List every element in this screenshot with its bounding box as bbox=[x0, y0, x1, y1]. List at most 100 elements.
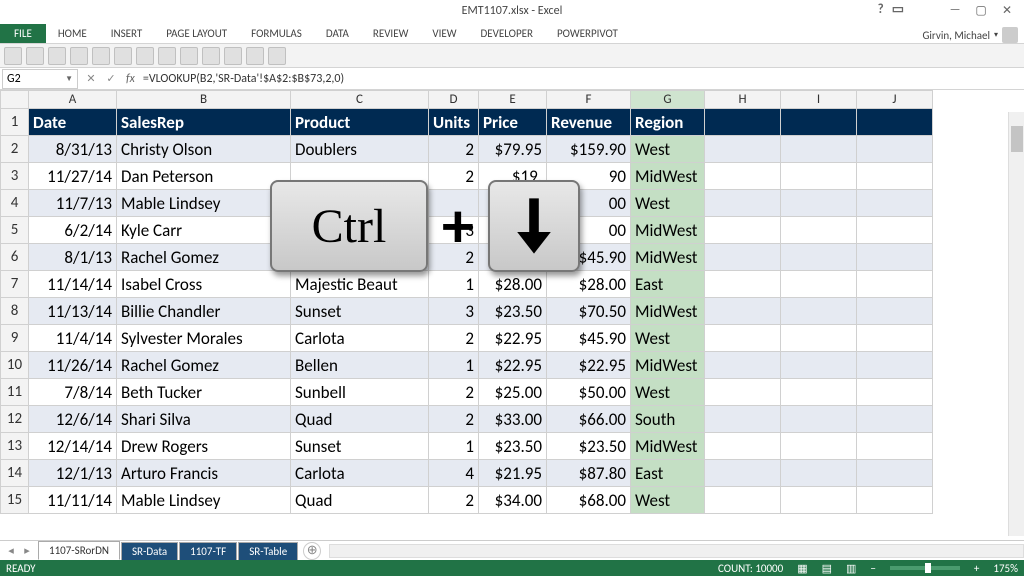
row-header[interactable]: 11 bbox=[1, 379, 29, 406]
cell[interactable]: West bbox=[631, 487, 705, 514]
tab-pagelayout[interactable]: PAGE LAYOUT bbox=[154, 24, 239, 43]
cell[interactable]: Drew Rogers bbox=[117, 433, 291, 460]
cell[interactable]: Shari Silva bbox=[117, 406, 291, 433]
cell[interactable]: 12/6/14 bbox=[29, 406, 117, 433]
file-tab[interactable]: FILE bbox=[0, 24, 46, 43]
cell[interactable]: 2 bbox=[429, 379, 479, 406]
cell[interactable]: Doublers bbox=[291, 136, 429, 163]
vertical-scrollbar[interactable] bbox=[1008, 112, 1024, 536]
cell[interactable]: 8/31/13 bbox=[29, 136, 117, 163]
cell[interactable]: 2 bbox=[429, 244, 479, 271]
help-icon[interactable]: ? bbox=[878, 2, 884, 17]
cell[interactable] bbox=[291, 217, 429, 244]
qat-btn[interactable] bbox=[158, 47, 176, 65]
table-header-cell[interactable]: Product bbox=[291, 109, 429, 136]
tab-powerpivot[interactable]: POWERPIVOT bbox=[545, 24, 630, 43]
cell[interactable]: $33. bbox=[479, 217, 547, 244]
qat-btn[interactable] bbox=[224, 47, 242, 65]
cell[interactable] bbox=[857, 406, 933, 433]
tab-review[interactable]: REVIEW bbox=[361, 24, 421, 43]
cell[interactable]: Isabel Cross bbox=[117, 271, 291, 298]
cell[interactable] bbox=[857, 460, 933, 487]
qat-btn[interactable] bbox=[26, 47, 44, 65]
cell[interactable] bbox=[291, 163, 429, 190]
cell[interactable]: 11/7/13 bbox=[29, 190, 117, 217]
col-header[interactable]: G bbox=[631, 91, 705, 109]
table-header-cell[interactable]: Region bbox=[631, 109, 705, 136]
qat-btn[interactable] bbox=[70, 47, 88, 65]
cell[interactable]: West bbox=[631, 136, 705, 163]
cell[interactable]: South bbox=[631, 406, 705, 433]
cell[interactable] bbox=[705, 433, 781, 460]
cell[interactable] bbox=[781, 487, 857, 514]
cell[interactable]: Sunset bbox=[291, 298, 429, 325]
table-header-cell[interactable]: Date bbox=[29, 109, 117, 136]
cell[interactable]: Billie Chandler bbox=[117, 298, 291, 325]
cell[interactable] bbox=[705, 352, 781, 379]
ribbon-display-icon[interactable]: ▭ bbox=[892, 2, 904, 17]
cell[interactable]: West bbox=[631, 190, 705, 217]
cell[interactable]: 1 bbox=[429, 271, 479, 298]
cell[interactable]: MidWest bbox=[631, 217, 705, 244]
col-header[interactable]: D bbox=[429, 91, 479, 109]
row-header[interactable]: 15 bbox=[1, 487, 29, 514]
row-header[interactable]: 7 bbox=[1, 271, 29, 298]
table-header-cell[interactable] bbox=[705, 109, 781, 136]
cell[interactable]: 12/14/14 bbox=[29, 433, 117, 460]
formula-input[interactable]: =VLOOKUP(B2,'SR-Data'!$A$2:$B$73,2,0) bbox=[139, 71, 1024, 87]
cell[interactable]: $34.00 bbox=[479, 487, 547, 514]
cell[interactable]: Christy Olson bbox=[117, 136, 291, 163]
maximize-icon[interactable]: ▢ bbox=[968, 0, 994, 20]
cell[interactable] bbox=[781, 460, 857, 487]
table-header-cell[interactable] bbox=[781, 109, 857, 136]
qat-btn[interactable] bbox=[246, 47, 264, 65]
cell[interactable]: 7/8/14 bbox=[29, 379, 117, 406]
cell[interactable] bbox=[781, 352, 857, 379]
tab-view[interactable]: VIEW bbox=[420, 24, 468, 43]
cell[interactable]: Mable Lindsey bbox=[117, 190, 291, 217]
col-header[interactable]: A bbox=[29, 91, 117, 109]
cell[interactable]: MidWest bbox=[631, 433, 705, 460]
qat-btn[interactable] bbox=[268, 47, 286, 65]
cell[interactable] bbox=[705, 190, 781, 217]
col-header[interactable]: H bbox=[705, 91, 781, 109]
cell[interactable]: 3 bbox=[429, 298, 479, 325]
cell[interactable] bbox=[705, 325, 781, 352]
cell[interactable]: $22.95 bbox=[547, 352, 631, 379]
cell[interactable]: 8/1/13 bbox=[29, 244, 117, 271]
qat-btn[interactable] bbox=[180, 47, 198, 65]
close-icon[interactable]: ✕ bbox=[994, 0, 1020, 20]
qat-btn[interactable] bbox=[136, 47, 154, 65]
sheet-nav-prev-icon[interactable]: ◂ bbox=[4, 544, 18, 557]
cell[interactable] bbox=[781, 190, 857, 217]
cell[interactable]: Sylvester Morales bbox=[117, 325, 291, 352]
view-normal-icon[interactable]: ▦ bbox=[797, 562, 807, 575]
cell[interactable] bbox=[429, 190, 479, 217]
view-pagebreak-icon[interactable]: ▥ bbox=[846, 562, 856, 575]
zoom-in-icon[interactable]: + bbox=[974, 562, 979, 575]
row-header[interactable]: 13 bbox=[1, 433, 29, 460]
cancel-icon[interactable]: ✕ bbox=[82, 70, 100, 88]
cell[interactable]: $28.00 bbox=[479, 271, 547, 298]
cell[interactable]: $19. bbox=[479, 163, 547, 190]
row-header[interactable]: 3 bbox=[1, 163, 29, 190]
cell[interactable]: $68.00 bbox=[547, 487, 631, 514]
cell[interactable]: $33.00 bbox=[479, 406, 547, 433]
cell[interactable]: Carlota bbox=[291, 325, 429, 352]
cell[interactable]: MidWest bbox=[631, 163, 705, 190]
cell[interactable]: 11/13/14 bbox=[29, 298, 117, 325]
cell[interactable] bbox=[705, 406, 781, 433]
cell[interactable]: $45.90 bbox=[547, 244, 631, 271]
user-label[interactable]: Girvin, Michael ▾ bbox=[922, 27, 1018, 43]
cell[interactable] bbox=[705, 217, 781, 244]
cell[interactable]: West bbox=[631, 379, 705, 406]
table-header-cell[interactable]: SalesRep bbox=[117, 109, 291, 136]
cell[interactable]: 11/26/14 bbox=[29, 352, 117, 379]
cell[interactable]: $23.50 bbox=[479, 433, 547, 460]
cell[interactable]: 11/27/14 bbox=[29, 163, 117, 190]
cell[interactable]: 2 bbox=[429, 325, 479, 352]
cell[interactable]: Sunset bbox=[291, 433, 429, 460]
chevron-down-icon[interactable]: ▼ bbox=[65, 74, 73, 84]
cell[interactable] bbox=[857, 379, 933, 406]
zoom-slider[interactable] bbox=[890, 566, 960, 570]
